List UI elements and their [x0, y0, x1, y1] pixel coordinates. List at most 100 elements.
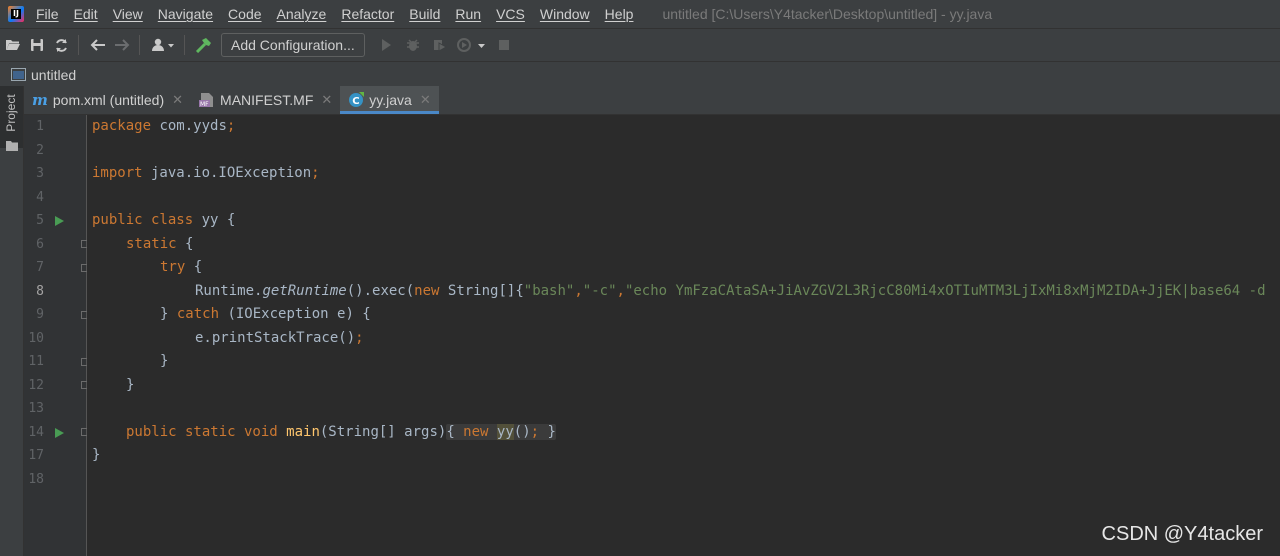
- line-number: 7: [36, 260, 44, 275]
- svg-text:MF: MF: [200, 101, 209, 108]
- menu-analyze[interactable]: Analyze: [277, 6, 327, 22]
- menu-help[interactable]: Help: [605, 6, 634, 22]
- run-gutter-icon[interactable]: [55, 216, 64, 226]
- main-toolbar: Add Configuration...: [0, 28, 1280, 61]
- sync-icon[interactable]: [50, 34, 72, 56]
- add-configuration-button[interactable]: Add Configuration...: [221, 33, 365, 57]
- keyword: package: [92, 118, 152, 134]
- build-hammer-icon[interactable]: [193, 34, 215, 56]
- toolbar-separator: [78, 35, 79, 55]
- keyword: public static void: [126, 423, 278, 440]
- code-text: String[]{: [439, 282, 524, 299]
- project-folder-icon: [11, 68, 26, 81]
- line-number: 18: [28, 471, 44, 487]
- tab-label: yy.java: [369, 92, 412, 108]
- run-gutter-icon[interactable]: [55, 427, 64, 438]
- manifest-icon: MF: [199, 92, 215, 108]
- code-text: com.yyds: [151, 118, 227, 134]
- class-reference: yy: [496, 423, 514, 440]
- project-tool-tab[interactable]: Project: [0, 86, 23, 151]
- line-number: 13: [28, 401, 44, 416]
- code-text: (): [513, 423, 531, 440]
- string-literal: "-c": [582, 282, 617, 299]
- line-number: 12: [28, 377, 44, 393]
- java-class-icon: C: [348, 92, 365, 108]
- toolbar-separator: [184, 35, 185, 55]
- debug-icon[interactable]: [402, 34, 424, 56]
- save-icon[interactable]: [26, 34, 48, 56]
- keyword: public class: [92, 212, 194, 228]
- code-line-5[interactable]: public class yy {: [92, 209, 235, 233]
- code-line-11[interactable]: }: [160, 350, 168, 374]
- window-title: untitled [C:\Users\Y4tacker\Desktop\unti…: [662, 6, 993, 22]
- watermark: CSDN @Y4tacker: [1101, 523, 1263, 545]
- code-line-8[interactable]: Runtime.getRuntime().exec(new String[]{"…: [195, 280, 1266, 304]
- code-line-17[interactable]: }: [92, 444, 100, 468]
- semicolon: ;: [355, 329, 364, 346]
- close-icon[interactable]: ✕: [321, 92, 332, 108]
- code-line-3[interactable]: import java.io.IOException;: [92, 162, 320, 186]
- stop-icon[interactable]: [493, 34, 515, 56]
- code-line-9[interactable]: } catch (IOException e) {: [160, 303, 371, 327]
- keyword: import: [92, 165, 143, 181]
- menu-run[interactable]: Run: [455, 6, 481, 22]
- tab-yy-java[interactable]: C yy.java ✕: [340, 86, 440, 114]
- comma: ,: [574, 282, 583, 299]
- forward-arrow-icon[interactable]: [111, 34, 133, 56]
- tab-label: MANIFEST.MF: [220, 92, 314, 108]
- menu-view[interactable]: View: [113, 6, 143, 22]
- code-line-14[interactable]: public static void main(String[] args){ …: [126, 421, 556, 445]
- tab-pom-xml[interactable]: m pom.xml (untitled) ✕: [24, 86, 191, 114]
- close-icon[interactable]: ✕: [420, 92, 431, 108]
- menu-navigate[interactable]: Navigate: [158, 6, 213, 22]
- semicolon: ;: [311, 165, 320, 181]
- code-text: e.printStackTrace(): [195, 329, 356, 346]
- code-text: }: [160, 353, 169, 369]
- code-line-1[interactable]: package com.yyds;: [92, 115, 235, 139]
- menu-window[interactable]: Window: [540, 6, 590, 22]
- code-line-12[interactable]: }: [126, 374, 134, 398]
- folder-icon: [6, 138, 18, 156]
- tab-manifest[interactable]: MF MANIFEST.MF ✕: [191, 86, 340, 114]
- close-icon[interactable]: ✕: [172, 92, 183, 108]
- menu-edit[interactable]: Edit: [74, 6, 98, 22]
- menu-bar: IJ File Edit View Navigate Code Analyze …: [0, 0, 1280, 28]
- menu-file[interactable]: File: [36, 6, 59, 22]
- toolbar-separator: [139, 35, 140, 55]
- keyword: new: [414, 282, 440, 299]
- open-folder-icon[interactable]: [2, 34, 24, 56]
- back-arrow-icon[interactable]: [87, 34, 109, 56]
- line-number: 3: [36, 166, 44, 181]
- menu-vcs[interactable]: VCS: [496, 6, 525, 22]
- code-line-7[interactable]: try {: [160, 256, 202, 280]
- profile-dropdown-icon[interactable]: [455, 34, 489, 56]
- keyword: catch: [176, 306, 220, 322]
- editor-tabs: m pom.xml (untitled) ✕ MF MANIFEST.MF ✕ …: [24, 86, 1280, 115]
- code-line-6[interactable]: static {: [126, 233, 193, 257]
- line-number: 2: [36, 142, 44, 158]
- run-coverage-icon[interactable]: [429, 34, 451, 56]
- code-text: }: [126, 376, 135, 393]
- menu-refactor[interactable]: Refactor: [341, 6, 394, 22]
- line-number: 14: [28, 424, 44, 440]
- comma: ,: [616, 282, 625, 299]
- line-number: 10: [28, 330, 44, 346]
- code-text: Runtime.: [195, 282, 263, 299]
- breadcrumb-project[interactable]: untitled: [31, 67, 76, 83]
- run-icon[interactable]: [375, 34, 397, 56]
- menu-build[interactable]: Build: [409, 6, 440, 22]
- semicolon: ;: [226, 118, 236, 134]
- code-text: {: [185, 259, 203, 275]
- intellij-logo-icon: IJ: [8, 6, 24, 22]
- folded-region[interactable]: { new yy(); }: [446, 423, 556, 440]
- code-text: {: [446, 423, 464, 440]
- keyword: static: [126, 235, 177, 252]
- user-dropdown-icon[interactable]: [148, 34, 178, 56]
- navigation-bar: untitled: [0, 61, 1280, 87]
- line-number: 6: [36, 236, 44, 252]
- menu-code[interactable]: Code: [228, 6, 261, 22]
- line-number: 4: [36, 189, 44, 205]
- code-editor[interactable]: package com.yyds; import java.io.IOExcep…: [87, 115, 1280, 556]
- semicolon: ;: [530, 423, 540, 440]
- code-line-10[interactable]: e.printStackTrace();: [195, 327, 364, 351]
